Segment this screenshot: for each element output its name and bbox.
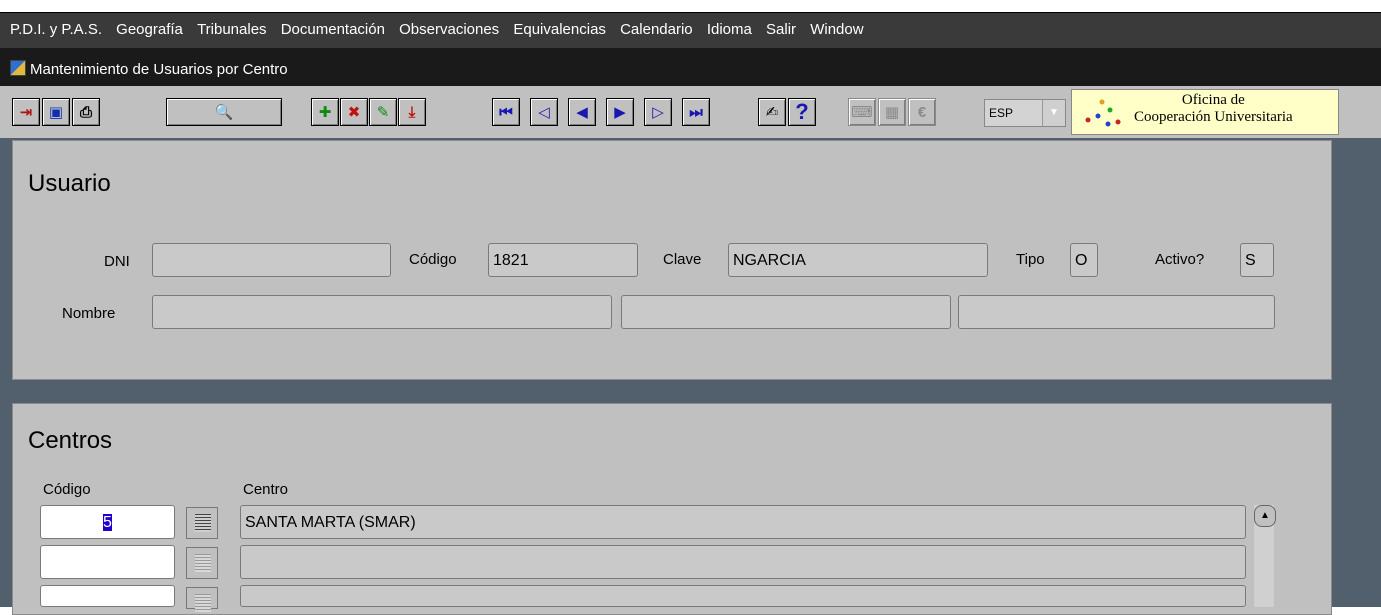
window-title: Mantenimiento de Usuarios por Centro (10, 60, 288, 78)
clave-field[interactable]: NGARCIA (728, 243, 988, 277)
duplicate-record-icon[interactable]: ⤓ (398, 98, 426, 126)
clave-label: Clave (663, 251, 702, 268)
menu-items: P.D.I. y P.A.S. Geografía Tribunales Doc… (10, 21, 874, 38)
centros-title: Centros (28, 427, 113, 454)
nombre-field-2[interactable] (621, 295, 951, 329)
usuario-title: Usuario (28, 170, 111, 197)
first-record-icon[interactable]: ⏮ (492, 98, 520, 126)
euro-icon: € (908, 98, 936, 126)
insert-record-icon[interactable]: ✚ (311, 98, 339, 126)
menu-salir[interactable]: Salir (766, 21, 796, 38)
save-icon[interactable]: ▣ (42, 98, 70, 126)
logo-line-2: Cooperación Universitaria (1134, 109, 1293, 125)
help-icon[interactable]: ? (788, 98, 816, 126)
logo-text: Oficina de Cooperación Universitaria (1134, 92, 1293, 126)
keyboard-icon: ⌨ (848, 98, 876, 126)
centro-codigo-field-2[interactable] (40, 545, 175, 579)
previous-record-icon[interactable]: ◀ (568, 98, 596, 126)
selected-text: 5 (103, 514, 112, 531)
language-value: ESP (989, 106, 1014, 120)
exit-icon[interactable]: ⇥ (12, 98, 40, 126)
nombre-field-3[interactable] (958, 295, 1275, 329)
form-icon (10, 60, 26, 76)
centro-name-field-3[interactable] (240, 585, 1246, 607)
list-icon (195, 554, 211, 572)
chevron-down-icon[interactable]: ▼ (1042, 100, 1065, 126)
menu-geografia[interactable]: Geografía (116, 21, 183, 38)
activo-label: Activo? (1155, 251, 1205, 268)
list-icon (195, 594, 211, 612)
print-icon[interactable]: ⎙ (72, 98, 100, 126)
list-of-values-button[interactable] (186, 547, 218, 579)
logo-line-1: Oficina de (1181, 92, 1245, 108)
list-icon (195, 514, 211, 532)
dni-label: DNI (104, 253, 130, 270)
menu-equivalencias[interactable]: Equivalencias (513, 21, 606, 38)
last-record-icon[interactable]: ⏭ (682, 98, 710, 126)
tipo-field[interactable]: O (1070, 243, 1098, 277)
delete-record-icon[interactable]: ✖ (340, 98, 368, 126)
window-title-text: Mantenimiento de Usuarios por Centro (30, 61, 288, 78)
query-icon[interactable]: 🔍 (166, 98, 282, 126)
calendar-icon: ▦ (878, 98, 906, 126)
previous-block-icon[interactable]: ◁ (530, 98, 558, 126)
next-record-icon[interactable]: ▶ (606, 98, 634, 126)
dni-field[interactable] (152, 243, 391, 277)
centro-codigo-field-3[interactable] (40, 585, 175, 607)
next-block-icon[interactable]: ▷ (644, 98, 672, 126)
menu-documentacion[interactable]: Documentación (281, 21, 385, 38)
menu-window[interactable]: Window (810, 21, 863, 38)
codigo-label: Código (409, 251, 457, 268)
top-strip (0, 0, 1381, 13)
language-select[interactable]: ESP ▼ (984, 99, 1066, 127)
menu-tribunales[interactable]: Tribunales (197, 21, 266, 38)
list-of-values-button[interactable] (186, 507, 218, 539)
menu-pdi-pas[interactable]: P.D.I. y P.A.S. (10, 21, 102, 38)
centro-name-field-2[interactable] (240, 545, 1246, 579)
list-of-values-button[interactable] (186, 587, 218, 612)
codigo-field[interactable]: 1821 (488, 243, 638, 277)
edit-field-icon[interactable]: ✍ (758, 98, 786, 126)
tipo-label: Tipo (1016, 251, 1045, 268)
nombre-field-1[interactable] (152, 295, 612, 329)
menu-idioma[interactable]: Idioma (707, 21, 752, 38)
edit-record-icon[interactable]: ✎ (369, 98, 397, 126)
centro-name-field-1[interactable]: SANTA MARTA (SMAR) (240, 505, 1246, 539)
help-glyph: ? (795, 99, 809, 124)
centro-column-header: Centro (243, 481, 289, 498)
menu-calendario[interactable]: Calendario (620, 21, 693, 38)
menu-observaciones[interactable]: Observaciones (399, 21, 499, 38)
codigo-column-header: Código (43, 481, 91, 498)
centro-codigo-field-1[interactable]: 5 (40, 505, 175, 539)
nombre-label: Nombre (62, 305, 116, 322)
activo-field[interactable]: S (1240, 243, 1274, 277)
scroll-up-icon[interactable]: ▲ (1254, 505, 1276, 527)
logo-dots-icon (1085, 99, 1121, 127)
